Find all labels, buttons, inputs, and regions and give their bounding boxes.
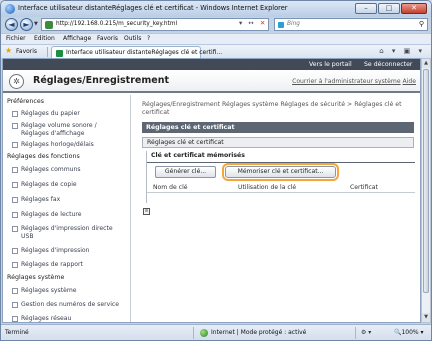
tab-site-icon xyxy=(56,50,63,57)
window-title: Interface utilisateur distanteRéglages c… xyxy=(18,4,287,12)
address-bar[interactable]: http://192.168.0.215/m_security_key.html xyxy=(41,18,269,31)
sidebar: Préférences Réglages du papier Réglage v… xyxy=(3,95,131,322)
minimize-button[interactable]: – xyxy=(355,3,377,14)
search-placeholder[interactable]: Bing xyxy=(287,21,300,27)
scroll-thumb[interactable] xyxy=(423,69,429,293)
vertical-scrollbar[interactable]: ▲ ▼ xyxy=(421,58,431,323)
settings-logo-icon: ✲ xyxy=(9,74,24,89)
help-link[interactable]: Aide xyxy=(403,78,416,85)
register-key-certificate-button[interactable]: Mémoriser clé et certificat... xyxy=(222,163,339,181)
address-url[interactable]: http://192.168.0.215/m_security_key.html xyxy=(56,21,177,27)
status-separator xyxy=(193,327,194,339)
zoom-level[interactable]: 🔍100% ▾ xyxy=(394,329,424,336)
sidebar-item-common[interactable]: Réglages communs xyxy=(12,166,81,174)
site-icon xyxy=(45,21,53,29)
sidebar-item-scan[interactable]: Réglages de lecture xyxy=(11,211,81,219)
status-separator-2 xyxy=(355,327,356,339)
breadcrumb: Réglages/Enregistrement Réglages système… xyxy=(142,101,402,116)
table-divider xyxy=(147,192,415,193)
portal-strip: Vers le portail Se déconnecter xyxy=(3,59,420,70)
status-tools-icon[interactable]: ⚙ ▾ xyxy=(361,329,371,336)
sidebar-item-fax[interactable]: Réglages fax xyxy=(11,196,60,204)
list-icon[interactable]: ≡ xyxy=(143,208,150,215)
address-tools[interactable]: ▾ ↔ ✕ xyxy=(239,19,267,27)
favorites-star-icon[interactable]: ★ xyxy=(5,46,12,55)
favorites-bar: ★ Favoris Interface utilisateur distante… xyxy=(1,44,431,59)
sidebar-item-report[interactable]: Réglages de rapport xyxy=(12,261,83,269)
status-bar: Terminé Internet | Mode protégé : activé… xyxy=(1,324,431,340)
menu-edition[interactable]: Edition xyxy=(34,35,55,42)
menu-affichage[interactable]: Affichage xyxy=(63,35,91,42)
logout-link[interactable]: Se déconnecter xyxy=(364,61,412,68)
admin-mail-link[interactable]: Courrier à l'administrateur système xyxy=(292,78,401,85)
browser-window: Interface utilisateur distanteRéglages c… xyxy=(0,0,432,341)
menu-favoris[interactable]: Favoris xyxy=(97,35,118,42)
menu-bar: Fichier Edition Affichage Favoris Outils… xyxy=(1,33,431,44)
page-header: ✲ Réglages/Enregistrement Courrier à l'a… xyxy=(3,70,420,93)
column-certificate: Certificat xyxy=(350,184,378,191)
history-dropdown-icon[interactable]: ▼ xyxy=(34,21,38,27)
portal-link[interactable]: Vers le portail xyxy=(309,61,352,68)
maximize-button[interactable]: □ xyxy=(378,3,400,14)
sidebar-item-network[interactable]: Réglages réseau xyxy=(11,315,71,322)
window-title-page: Interface utilisateur distanteRéglages c… xyxy=(18,4,194,12)
sidebar-item-print[interactable]: Réglages d'impression xyxy=(12,247,90,255)
address-toolbar: ◄ ► ▼ http://192.168.0.215/m_security_ke… xyxy=(1,17,431,33)
scroll-up-arrow-icon[interactable]: ▲ xyxy=(422,59,430,68)
sidebar-item-service-numbers[interactable]: Gestion des numéros de service xyxy=(12,301,119,309)
panel-divider xyxy=(147,162,415,163)
tab-title[interactable]: Interface utilisateur distanteRéglages c… xyxy=(66,49,222,56)
page-title: Réglages/Enregistrement xyxy=(33,75,170,86)
sidebar-section-functions: Réglages des fonctions xyxy=(7,153,80,160)
page-viewport: Vers le portail Se déconnecter ✲ Réglage… xyxy=(2,58,421,323)
generate-key-button[interactable]: Générer clé... xyxy=(155,166,216,178)
favorites-button[interactable]: Favoris xyxy=(16,48,37,55)
favorites-separator xyxy=(47,47,48,57)
status-text: Terminé xyxy=(5,329,29,336)
sidebar-item-system[interactable]: Réglages système xyxy=(12,287,77,295)
sidebar-section-preferences: Préférences xyxy=(7,98,45,105)
command-bar-tools[interactable]: ⌂ ▾ ▣ ▾ xyxy=(379,47,425,55)
scroll-down-arrow-icon[interactable]: ▼ xyxy=(422,313,430,322)
menu-fichier[interactable]: Fichier xyxy=(6,35,26,42)
header-links: Courrier à l'administrateur système Aide xyxy=(292,78,416,85)
sidebar-item-usb-print[interactable]: Réglages d'impression directe USB xyxy=(12,225,113,240)
main-content: Réglages/Enregistrement Réglages système… xyxy=(132,95,420,322)
sidebar-item-clock[interactable]: Réglages horloge/délais xyxy=(12,141,94,149)
back-button[interactable]: ◄ xyxy=(5,18,18,31)
menu-outils[interactable]: Outils xyxy=(124,35,141,42)
sidebar-item-paper[interactable]: Réglages du papier xyxy=(12,110,80,118)
search-icon[interactable]: ⚲ xyxy=(419,20,424,28)
stored-keys-panel: Clé et certificat mémorisés Générer clé.… xyxy=(146,151,415,203)
ie-logo-icon xyxy=(5,4,15,14)
close-button[interactable]: ✕ xyxy=(401,3,427,14)
menu-help[interactable]: ? xyxy=(147,35,150,42)
search-box[interactable]: Bing ⚲ xyxy=(274,18,428,31)
security-zone[interactable]: Internet | Mode protégé : activé xyxy=(211,329,306,336)
bing-icon xyxy=(278,22,284,28)
sidebar-item-volume[interactable]: Réglage volume sonore / Réglages d'affic… xyxy=(12,122,97,137)
window-title-app: - Windows Internet Explorer xyxy=(193,4,288,12)
panel-title: Clé et certificat mémorisés xyxy=(151,152,245,159)
section-title: Réglages clé et certificat xyxy=(142,122,414,133)
column-key-name: Nom de clé xyxy=(153,184,188,191)
refresh-icon[interactable]: ▾ ↔ xyxy=(239,19,256,27)
sidebar-section-system: Réglages système xyxy=(7,274,65,281)
title-bar: Interface utilisateur distanteRéglages c… xyxy=(1,1,431,17)
stop-icon[interactable]: ✕ xyxy=(260,19,267,27)
sidebar-item-copy[interactable]: Réglages de copie xyxy=(12,181,77,189)
column-key-usage: Utilisation de la clé xyxy=(238,184,297,191)
forward-button[interactable]: ► xyxy=(20,18,33,31)
subsection-title: Réglages clé et certificat xyxy=(142,137,414,148)
internet-zone-icon xyxy=(200,329,208,337)
